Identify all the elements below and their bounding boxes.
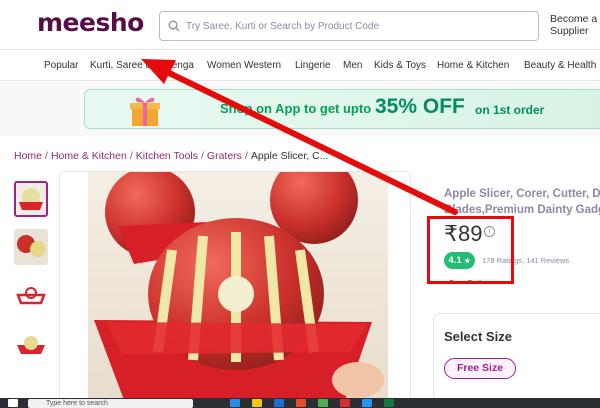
breadcrumb-separator: / bbox=[129, 150, 133, 162]
breadcrumb-home-kitchen[interactable]: Home & Kitchen bbox=[51, 150, 127, 162]
category-lingerie[interactable]: Lingerie bbox=[295, 60, 331, 71]
chrome-icon[interactable] bbox=[318, 399, 328, 407]
main-product-image[interactable] bbox=[88, 172, 388, 408]
breadcrumb-kitchen-tools[interactable]: Kitchen Tools bbox=[136, 150, 198, 162]
page: meesho Become a Supplier Popular Kurti, … bbox=[0, 0, 600, 408]
banner-text: Shop on App to get upto bbox=[220, 101, 372, 116]
breadcrumb-home[interactable]: Home bbox=[14, 150, 42, 162]
category-home-kitchen[interactable]: Home & Kitchen bbox=[437, 60, 509, 71]
product-thumbnail-3[interactable] bbox=[14, 279, 48, 315]
taskbar-search[interactable]: Type here to search bbox=[28, 399, 193, 408]
become-supplier-link[interactable]: Become a Supplier bbox=[550, 13, 597, 37]
taskbar-app-icon[interactable] bbox=[230, 399, 240, 407]
search-bar[interactable] bbox=[159, 11, 539, 41]
breadcrumb-current: Apple Slicer, C... bbox=[250, 150, 329, 162]
gift-icon bbox=[130, 97, 160, 126]
category-kids-toys[interactable]: Kids & Toys bbox=[374, 60, 426, 71]
category-beauty-health[interactable]: Beauty & Health bbox=[524, 60, 596, 71]
breadcrumb: Home / Home & Kitchen / Kitchen Tools / Grater… bbox=[14, 150, 328, 162]
main-product-image-container bbox=[59, 171, 411, 408]
product-title: Apple Slicer, Corer, Cutter, D Blades,Pr… bbox=[444, 188, 600, 216]
category-nav: Popular Kurti, Saree & Lehenga Women Wes… bbox=[0, 51, 600, 81]
product-thumbnail-1[interactable] bbox=[14, 181, 48, 217]
search-icon bbox=[168, 20, 180, 32]
size-section-title: Select Size bbox=[444, 329, 512, 344]
category-men[interactable]: Men bbox=[343, 60, 362, 71]
search-input[interactable] bbox=[186, 20, 526, 32]
meesho-logo[interactable]: meesho bbox=[37, 8, 144, 37]
header: meesho Become a Supplier bbox=[0, 0, 600, 50]
banner-suffix: on 1st order bbox=[475, 103, 545, 117]
office-icon[interactable] bbox=[296, 399, 306, 407]
excel-icon[interactable] bbox=[384, 399, 394, 407]
os-taskbar: Type here to search bbox=[0, 398, 600, 408]
breadcrumb-separator: / bbox=[201, 150, 204, 162]
banner-discount: 35% OFF bbox=[375, 95, 465, 118]
price-highlight-annotation bbox=[427, 216, 514, 284]
folder-icon[interactable] bbox=[252, 399, 262, 407]
app-offer-banner[interactable]: Shop on App to get upto 35% OFF on 1st o… bbox=[84, 89, 600, 129]
breadcrumb-separator: / bbox=[45, 150, 48, 162]
word-icon[interactable] bbox=[362, 399, 372, 407]
size-option-free-size[interactable]: Free Size bbox=[444, 358, 516, 379]
product-thumbnail-2[interactable] bbox=[14, 229, 48, 265]
category-women-western[interactable]: Women Western bbox=[207, 60, 281, 71]
category-kurti-saree-lehenga[interactable]: Kurti, Saree & Lehenga bbox=[90, 60, 194, 71]
windows-start-icon[interactable] bbox=[8, 399, 18, 407]
category-popular[interactable]: Popular bbox=[44, 60, 78, 71]
product-thumbnail-4[interactable] bbox=[14, 327, 48, 363]
breadcrumb-separator: / bbox=[244, 150, 248, 162]
breadcrumb-graters[interactable]: Graters bbox=[207, 150, 242, 162]
edge-icon[interactable] bbox=[274, 399, 284, 407]
pdf-icon[interactable] bbox=[340, 399, 350, 407]
promo-banner-area: Shop on App to get upto 35% OFF on 1st o… bbox=[0, 82, 600, 136]
